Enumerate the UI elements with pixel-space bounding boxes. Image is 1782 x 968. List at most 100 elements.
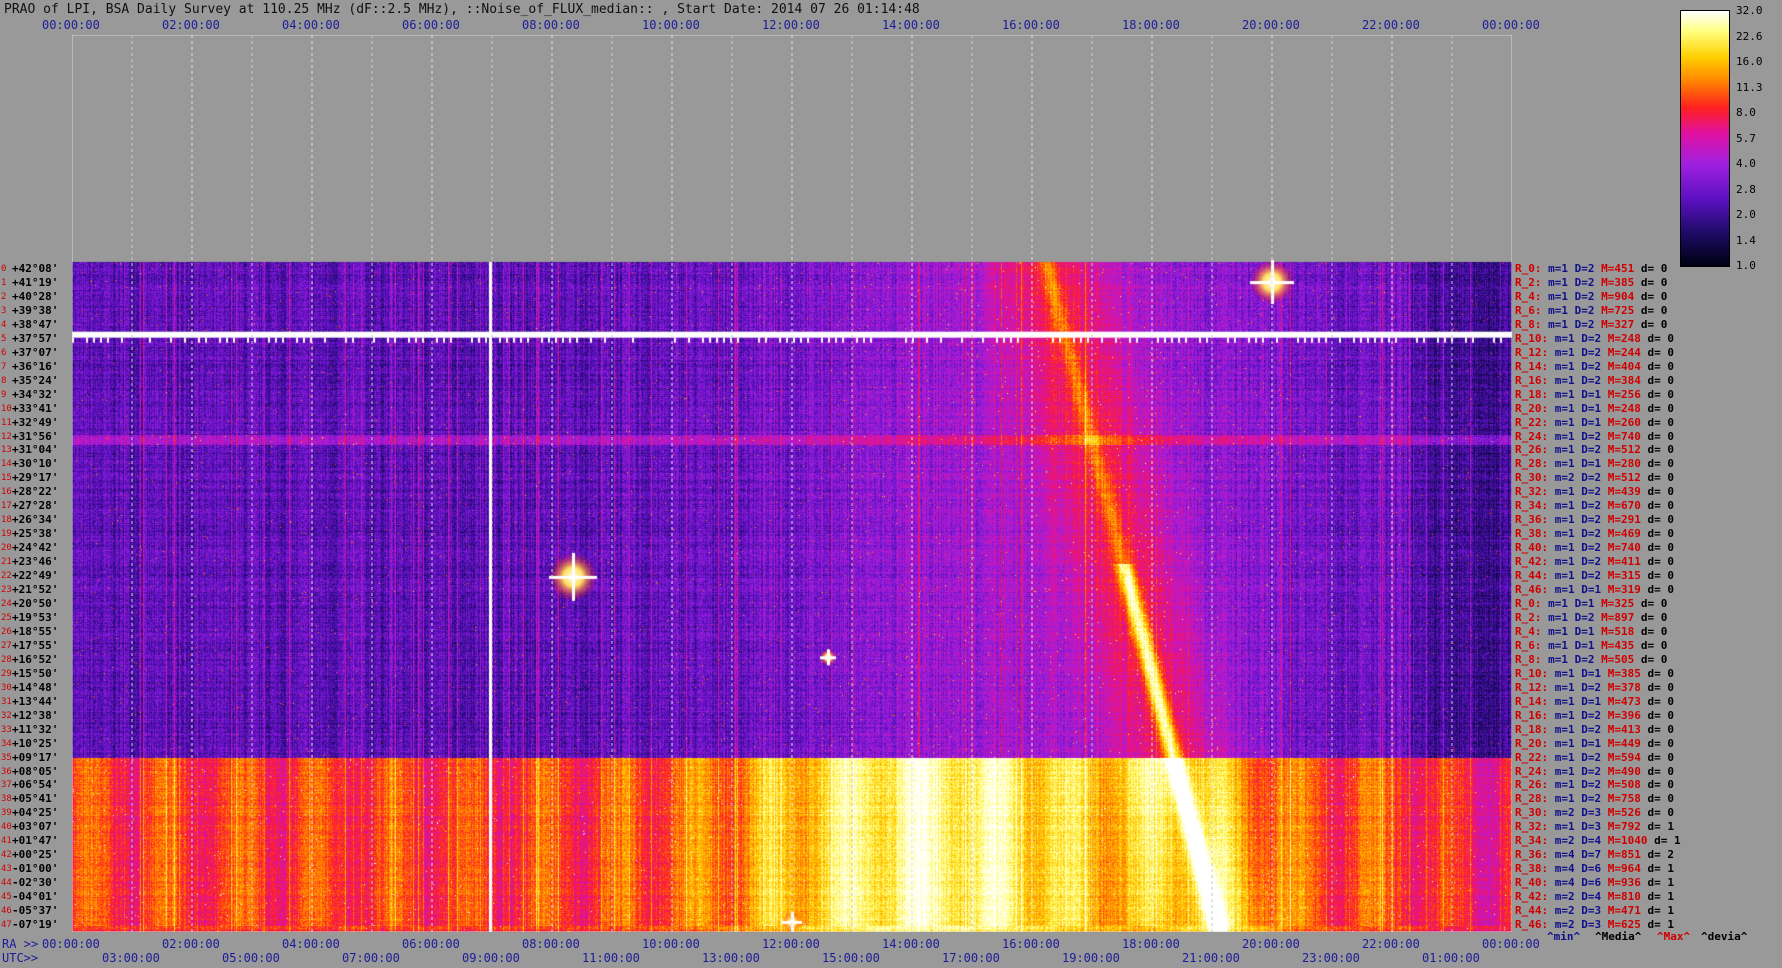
row-stat: R_10: m=1 D=1 M=385 d= 0	[1515, 668, 1674, 679]
stat-h: M=473	[1601, 694, 1641, 708]
utc-tick-bottom: 03:00:00	[102, 951, 160, 965]
stat-v: d= 0	[1640, 387, 1674, 401]
stat-m: m=4	[1548, 876, 1575, 890]
stat-m: m=1	[1541, 262, 1568, 275]
row-stat: R_38: m=1 D=2 M=469 d= 0	[1515, 528, 1674, 539]
row-index: 42	[1, 850, 12, 861]
stat-r: R_22:	[1515, 415, 1549, 429]
legend-min: ^min^	[1547, 930, 1581, 943]
stat-r: R_42:	[1515, 890, 1549, 904]
stat-r: R_16:	[1515, 373, 1549, 387]
stat-h: M=526	[1601, 806, 1641, 820]
stat-r: R_36:	[1515, 513, 1549, 527]
stat-h: M=439	[1601, 485, 1641, 499]
stat-r: R_24:	[1515, 429, 1549, 443]
stat-h: M=505	[1594, 652, 1635, 666]
row-index: 14	[1, 459, 12, 470]
stat-d: D=2	[1574, 541, 1602, 555]
stat-r: R_44:	[1515, 904, 1549, 918]
stat-d: D=2	[1568, 652, 1595, 666]
row-index: 8	[1, 375, 7, 386]
stat-d: D=2	[1574, 555, 1602, 569]
row-stat: R_32: m=1 D=2 M=439 d= 0	[1515, 486, 1674, 497]
stat-d: D=2	[1568, 289, 1595, 303]
declination-label: +16°52'	[12, 652, 59, 666]
stat-h: M=792	[1601, 820, 1641, 834]
stat-h: M=1040	[1601, 834, 1648, 848]
declination-label: +22°49'	[12, 569, 59, 583]
stat-r: R_46:	[1515, 918, 1549, 932]
utc-tick-top: 12:00:00	[762, 18, 820, 32]
stat-r: R_38:	[1515, 862, 1549, 876]
row-stat: R_46: m=1 D=1 M=319 d= 0	[1515, 584, 1674, 595]
declination-label: +28°22'	[12, 485, 59, 499]
stat-r: R_6:	[1515, 638, 1542, 652]
stat-m: m=1	[1548, 583, 1575, 597]
declination-label: +40°28'	[12, 289, 59, 303]
ra-tick: 12:00:00	[762, 937, 820, 951]
stat-r: R_46:	[1515, 583, 1549, 597]
stat-h: M=936	[1601, 876, 1641, 890]
stat-r: R_10:	[1515, 666, 1549, 680]
stat-m: m=1	[1548, 499, 1575, 513]
declination-label: +20°50'	[12, 597, 59, 610]
stat-d: D=1	[1574, 415, 1602, 429]
declination-label: +18°55'	[12, 624, 59, 638]
row-index: 24	[1, 599, 12, 609]
row-stat: R_26: m=1 D=2 M=508 d= 0	[1515, 779, 1674, 790]
stat-r: R_26:	[1515, 778, 1549, 792]
row-stat: R_14: m=1 D=2 M=404 d= 0	[1515, 361, 1674, 372]
declination-label: +04°25'	[12, 806, 59, 820]
stat-d: D=2	[1574, 680, 1602, 694]
stat-r: R_6:	[1515, 303, 1542, 317]
stat-h: M=594	[1601, 750, 1641, 764]
stat-d: D=2	[1574, 764, 1602, 778]
stat-d: D=1	[1574, 666, 1602, 680]
utc-tick-bottom: 01:00:00	[1422, 951, 1480, 965]
row-index: 7	[1, 361, 7, 372]
stat-m: m=1	[1548, 666, 1575, 680]
stat-d: D=2	[1568, 317, 1595, 331]
declination-label: +24°42'	[12, 541, 59, 555]
utc-tick-top: 08:00:00	[522, 18, 580, 32]
stat-d: D=4	[1574, 890, 1602, 904]
stat-r: R_4:	[1515, 289, 1542, 303]
ra-tick: 08:00:00	[522, 937, 580, 951]
declination-label: -05°37'	[12, 904, 59, 918]
declination-label: +08°05'	[12, 764, 59, 778]
row-stat: R_44: m=2 D=3 M=471 d= 1	[1515, 905, 1674, 916]
row-stat: R_6: m=1 D=1 M=435 d= 0	[1515, 640, 1667, 651]
stat-r: R_28:	[1515, 457, 1549, 471]
stat-r: R_44:	[1515, 569, 1549, 583]
row-index: 27	[1, 640, 12, 651]
stat-m: m=1	[1541, 624, 1568, 638]
stat-v: d= 2	[1640, 848, 1674, 862]
declination-label: +00°25'	[12, 848, 59, 862]
stat-r: R_2:	[1515, 610, 1542, 624]
stat-h: M=670	[1601, 499, 1641, 513]
row-index: 0	[1, 264, 7, 274]
row-index: 6	[1, 347, 7, 358]
row-index: 19	[1, 529, 12, 540]
row-index: 12	[1, 431, 12, 442]
stat-h: M=851	[1601, 848, 1641, 862]
colorbar-tick-label: 16.0	[1736, 55, 1763, 68]
stat-m: m=2	[1548, 806, 1575, 820]
declination-label: +10°25'	[12, 736, 59, 750]
colorbar-tick-label: 8.0	[1736, 106, 1756, 119]
row-stat: R_4: m=1 D=1 M=518 d= 0	[1515, 626, 1667, 637]
ra-tick: 18:00:00	[1122, 937, 1180, 951]
row-stat: R_42: m=1 D=2 M=411 d= 0	[1515, 556, 1674, 567]
stat-r: R_26:	[1515, 443, 1549, 457]
colorbar-tick-label: 2.0	[1736, 208, 1756, 221]
stat-h: M=385	[1601, 666, 1641, 680]
stat-v: d= 0	[1640, 541, 1674, 555]
utc-tick-bottom: 17:00:00	[942, 951, 1000, 965]
row-stat: R_30: m=2 D=2 M=512 d= 0	[1515, 472, 1674, 483]
stat-v: d= 1	[1640, 904, 1674, 918]
stat-m: m=1	[1548, 485, 1575, 499]
stat-h: M=280	[1601, 457, 1641, 471]
stat-m: m=1	[1548, 415, 1575, 429]
declination-label: -02°30'	[12, 876, 59, 890]
stat-v: d= 0	[1634, 624, 1668, 638]
